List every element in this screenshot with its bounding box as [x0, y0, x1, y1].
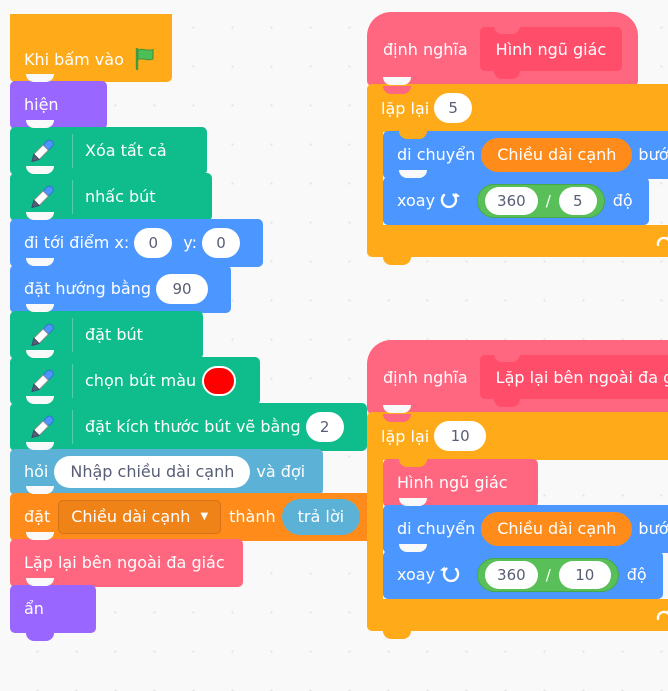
set-variable-label: đặt	[24, 507, 51, 526]
operator-divide[interactable]: 360 / 5	[477, 184, 605, 218]
pen-divider	[72, 410, 73, 444]
pen-icon	[24, 363, 60, 399]
block-turn-left[interactable]: xoay 360 / 10 độ	[383, 544, 663, 607]
call-pentagon-label: Hình ngũ giác	[397, 473, 508, 492]
operator-divide[interactable]: 360 / 10	[477, 558, 619, 592]
pen-divider	[72, 364, 73, 398]
repeat-footer	[367, 599, 668, 639]
block-set-pen-size[interactable]: đặt kích thước bút vẽ bằng 2	[10, 396, 367, 459]
block-pen-up-label: nhấc bút	[85, 187, 156, 206]
ask-suffix-label: và đợi	[256, 462, 306, 481]
repeat-inner-blocks: Hình ngũ giác di chuyển Chiều dài cạnh b…	[383, 459, 668, 607]
variable-dropdown-value: Chiều dài cạnh	[71, 507, 191, 526]
variable-reporter-side-length[interactable]: Chiều dài cạnh	[481, 138, 633, 172]
pen-divider	[72, 134, 73, 168]
repeat-inner-blocks: di chuyển Chiều dài cạnh bước xoay 360	[383, 131, 668, 233]
divide-operator-symbol: /	[545, 565, 551, 584]
set-to-label: thành	[229, 507, 276, 526]
block-show[interactable]: hiện	[10, 74, 107, 137]
pen-icon	[24, 409, 60, 445]
pen-icon	[24, 179, 60, 215]
turn-label: xoay	[397, 191, 436, 210]
procedure-name: Hình ngũ giác	[495, 39, 607, 59]
define-bump	[383, 86, 411, 94]
call-outer-loop-label: Lặp lại bên ngoài đa giác	[24, 553, 225, 572]
divide-numerator-input[interactable]: 360	[485, 187, 538, 215]
turn-suffix-label: độ	[626, 565, 647, 584]
hat-block-when-flag-clicked[interactable]: Khi bấm vào	[10, 14, 172, 90]
set-pen-color-label: chọn bút màu	[85, 371, 197, 390]
block-ask-and-wait[interactable]: hỏi Nhập chiều dài cạnh và đợi	[10, 442, 324, 503]
ask-question-input[interactable]: Nhập chiều dài cạnh	[54, 456, 251, 488]
block-pen-down-label: đặt bút	[85, 325, 143, 344]
repeat-spine	[367, 132, 383, 225]
block-set-variable[interactable]: đặt Chiều dài cạnh ▼ thành trả lời	[10, 486, 381, 549]
point-direction-input[interactable]: 90	[156, 274, 209, 304]
goto-label: đi tới điểm x:	[24, 233, 130, 252]
script-define-pentagon[interactable]: định nghĩa Hình ngũ giác lặp lại 5 di ch…	[367, 12, 668, 265]
turn-clockwise-icon	[439, 190, 461, 212]
goto-y-input[interactable]: 0	[201, 228, 240, 258]
block-repeat-pentagon[interactable]: lặp lại 5 di chuyển Chiều dài cạnh bước …	[367, 77, 668, 265]
repeat-footer	[367, 225, 668, 265]
block-hide-label: ẩn	[24, 599, 44, 618]
block-turn-right[interactable]: xoay 360 / 5 độ	[383, 170, 649, 233]
block-repeat-outer-loop[interactable]: lặp lại 10 Hình ngũ giác di chuyển Chiều…	[367, 405, 668, 639]
variable-dropdown[interactable]: Chiều dài cạnh ▼	[58, 500, 222, 534]
turn-counter-clockwise-icon	[439, 564, 461, 586]
procedure-prototype-pentagon[interactable]: Hình ngũ giác	[479, 26, 623, 79]
block-show-label: hiện	[24, 95, 59, 114]
repeat-header[interactable]: lặp lại 10	[367, 405, 668, 460]
define-bump	[383, 414, 411, 422]
divide-operator-symbol: /	[545, 191, 551, 210]
ask-label: hỏi	[24, 462, 49, 481]
divide-denominator-input[interactable]: 10	[558, 561, 611, 589]
block-erase-all-label: Xóa tất cả	[85, 141, 167, 160]
point-label: đặt hướng bằng	[24, 279, 152, 298]
pen-divider	[72, 180, 73, 214]
divide-denominator-input[interactable]: 5	[558, 187, 597, 215]
chevron-down-icon: ▼	[200, 511, 209, 522]
hat-label-text: Khi bấm vào	[24, 49, 124, 69]
procedure-prototype-outer-loop[interactable]: Lặp lại bên ngoài đa giác	[479, 354, 668, 407]
repeat-spine	[367, 460, 383, 599]
turn-suffix-label: độ	[612, 191, 633, 210]
loop-arrow-icon	[655, 231, 668, 251]
repeat-label: lặp lại	[381, 98, 430, 118]
goto-x-input[interactable]: 0	[134, 228, 173, 258]
repeat-count-input[interactable]: 10	[434, 421, 487, 451]
repeat-header[interactable]: lặp lại 5	[367, 77, 668, 132]
define-label: định nghĩa	[383, 39, 468, 59]
turn-label: xoay	[397, 565, 436, 584]
set-pen-size-label: đặt kích thước bút vẽ bằng	[85, 417, 301, 436]
pen-color-swatch[interactable]	[202, 366, 237, 396]
script-main[interactable]: Khi bấm vào hiện Xóa tất cả nhấc bút đi …	[10, 14, 381, 641]
repeat-count-input[interactable]: 5	[434, 93, 473, 123]
define-hat-outer-loop[interactable]: định nghĩa Lặp lại bên ngoài đa giác	[367, 340, 668, 422]
pen-icon	[24, 133, 60, 169]
procedure-name: Lặp lại bên ngoài đa giác	[495, 367, 668, 387]
divide-numerator-input[interactable]: 360	[485, 561, 538, 589]
block-hide[interactable]: ẩn	[10, 578, 96, 641]
answer-reporter[interactable]: trả lời	[281, 499, 361, 535]
green-flag-icon	[134, 47, 158, 71]
pen-divider	[72, 318, 73, 352]
define-hat-pentagon[interactable]: định nghĩa Hình ngũ giác	[367, 12, 639, 94]
move-label: di chuyển	[397, 145, 476, 164]
pen-size-input[interactable]: 2	[305, 412, 344, 442]
loop-arrow-icon	[655, 605, 668, 625]
script-define-outer-loop[interactable]: định nghĩa Lặp lại bên ngoài đa giác lặp…	[367, 340, 668, 639]
variable-reporter-side-length[interactable]: Chiều dài cạnh	[481, 512, 633, 546]
pen-icon	[24, 317, 60, 353]
move-suffix-label: bước	[638, 519, 668, 538]
move-label: di chuyển	[397, 519, 476, 538]
define-label: định nghĩa	[383, 367, 468, 387]
move-suffix-label: bước	[638, 145, 668, 164]
repeat-label: lặp lại	[381, 426, 430, 446]
goto-y-label: y:	[183, 233, 197, 252]
